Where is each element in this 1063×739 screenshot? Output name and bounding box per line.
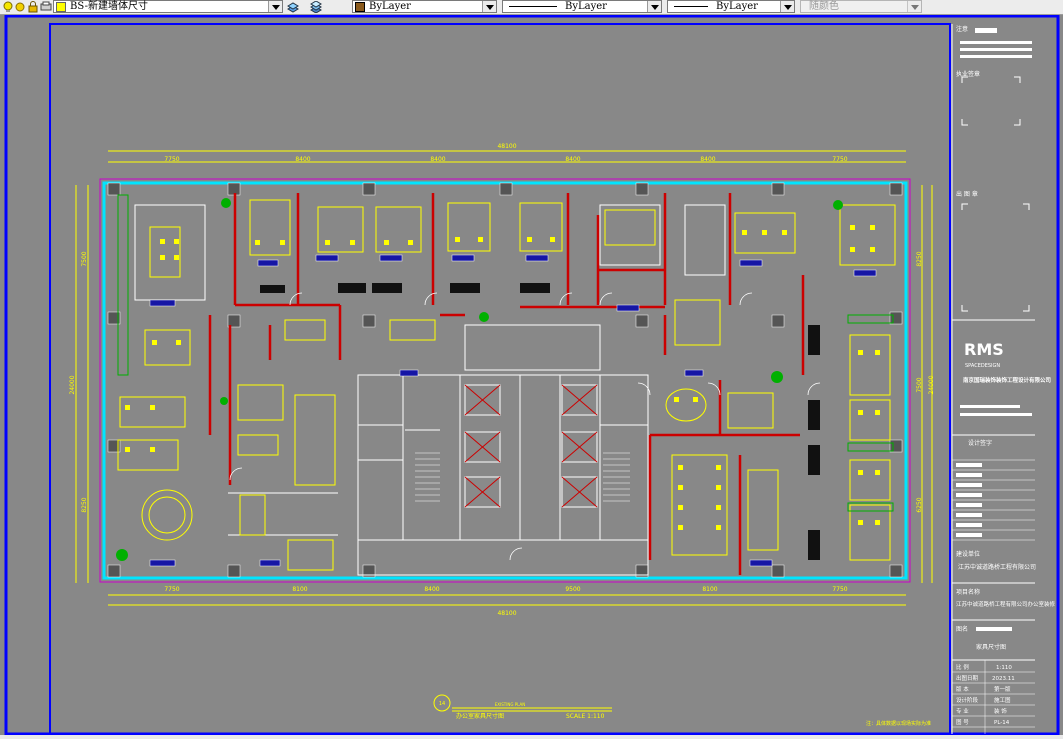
layer-color-swatch — [56, 1, 66, 12]
color-swatch — [355, 1, 365, 12]
dim-top-1: 7750 — [164, 156, 179, 163]
tb-license-label: 执业签章 — [956, 70, 980, 78]
plan-footnote: 注：具体数据以现场实际为准 — [866, 720, 931, 727]
layer-plot-icon[interactable] — [40, 1, 52, 13]
lineweight-preview — [674, 6, 708, 7]
tb-row-value-3: 施工图 — [994, 696, 1011, 704]
linetype-select[interactable]: ByLayer — [502, 0, 662, 13]
dim-top-5: 8400 — [700, 156, 715, 163]
dim-bottom-total: 48100 — [497, 610, 516, 617]
layer-previous-icon[interactable] — [310, 1, 322, 13]
tb-client-label: 建设单位 — [956, 550, 980, 558]
dim-right-1: 8250 — [916, 251, 923, 266]
tb-row-label-1: 出图日期 — [956, 674, 979, 682]
chevron-down-icon[interactable] — [647, 1, 661, 12]
linetype-preview — [509, 6, 557, 7]
tb-row-value-4: 装 饰 — [994, 707, 1007, 715]
chevron-down-icon — [907, 1, 921, 12]
dim-top-2: 8400 — [295, 156, 310, 163]
tb-redacted-6 — [960, 413, 1032, 416]
tb-row-value-2: 第一版 — [994, 685, 1011, 693]
layer-name: BS-新建墙体尺寸 — [70, 1, 148, 12]
tb-redacted-1 — [975, 28, 997, 33]
tb-seal-label: 注意 — [956, 25, 968, 33]
dim-right-4: 6250 — [916, 497, 923, 512]
plot-style-select[interactable]: 随颜色 — [800, 0, 922, 13]
dim-bottom-6: 7750 — [832, 586, 847, 593]
lineweight-select[interactable]: ByLayer — [667, 0, 795, 13]
dim-top-total: 48100 — [497, 143, 516, 150]
tb-row-label-4: 专 业 — [956, 707, 969, 715]
color-select[interactable]: ByLayer — [352, 0, 497, 13]
plan-label: EXISTING PLAN — [495, 702, 525, 707]
layer-select[interactable]: BS-新建墙体尺寸 — [53, 0, 283, 13]
dim-bottom-2: 8100 — [292, 586, 307, 593]
dim-right-2: 24000 — [928, 375, 935, 394]
company-logo-sub: SPACEDESIGN — [965, 363, 1000, 369]
tb-drawing-name-label: 图名 — [956, 625, 968, 633]
chevron-down-icon[interactable] — [482, 1, 496, 12]
dim-top-3: 8400 — [430, 156, 445, 163]
layer-freeze-icon[interactable] — [14, 1, 26, 13]
drawing-canvas[interactable]: 48100 7750 8400 8400 8400 8400 7750 7750… — [0, 14, 1063, 736]
tb-project: 江苏中诚道路桥工程有限公司办公室装修 — [956, 600, 1056, 608]
linetype-value: ByLayer — [565, 1, 607, 12]
dim-bottom-1: 7750 — [164, 586, 179, 593]
tb-row-label-0: 比 例 — [956, 663, 969, 671]
tb-row-label-3: 设计阶段 — [956, 696, 979, 704]
chevron-down-icon[interactable] — [780, 1, 794, 12]
color-value: ByLayer — [369, 1, 411, 12]
tb-drawing-name: 家具尺寸图 — [976, 643, 1006, 651]
dim-left-1: 7500 — [81, 251, 88, 266]
dim-top-4: 8400 — [565, 156, 580, 163]
tb-client: 江苏中诚道路桥工程有限公司 — [958, 563, 1036, 571]
dim-bottom-5: 8100 — [702, 586, 717, 593]
dim-left-3: 8250 — [81, 497, 88, 512]
layer-lock-icon[interactable] — [27, 1, 39, 13]
make-current-layer-icon[interactable] — [287, 1, 299, 13]
tb-redacted-3 — [960, 48, 1032, 51]
layer-bulb-icon[interactable] — [2, 1, 14, 13]
tb-row-value-1: 2023.11 — [992, 676, 1015, 682]
dim-top-6: 7750 — [832, 156, 847, 163]
dim-left-2: 24000 — [69, 375, 76, 394]
dim-bottom-4: 9500 — [565, 586, 580, 593]
plan-number: 14 — [439, 701, 445, 707]
tb-redacted-4 — [960, 55, 1032, 58]
tb-redacted-5 — [960, 405, 1020, 408]
tb-redacted-2 — [960, 41, 1032, 44]
company-name: 南京国瑞装饰装饰工程设计有限公司 — [963, 376, 1051, 384]
plan-title-text: 办公室家具尺寸图 — [456, 712, 504, 720]
dim-right-3: 7500 — [916, 377, 923, 392]
tb-row-label-2: 版 本 — [956, 685, 969, 693]
plan-scale: SCALE 1:110 — [566, 713, 605, 720]
tb-project-label: 项目名称 — [956, 588, 980, 596]
lineweight-value: ByLayer — [716, 1, 758, 12]
cad-viewport[interactable]: 48100 7750 8400 8400 8400 8400 7750 7750… — [0, 14, 1063, 736]
chevron-down-icon[interactable] — [268, 1, 282, 12]
tb-redacted-7 — [976, 627, 1012, 631]
tb-row-value-0: 1:110 — [996, 665, 1012, 671]
company-logo: RMS — [964, 340, 1004, 359]
tb-row-value-5: PL-14 — [994, 720, 1010, 726]
tb-design-sign: 设计签字 — [968, 439, 992, 447]
plot-style-value: 随颜色 — [809, 1, 839, 12]
tb-row-label-5: 图 号 — [956, 718, 969, 726]
tb-stamp-label: 出 图 章 — [956, 190, 978, 198]
properties-toolbar: BS-新建墙体尺寸 ByLayer ByLayer ByLayer 随颜色 — [0, 0, 1063, 15]
dim-bottom-3: 8400 — [424, 586, 439, 593]
